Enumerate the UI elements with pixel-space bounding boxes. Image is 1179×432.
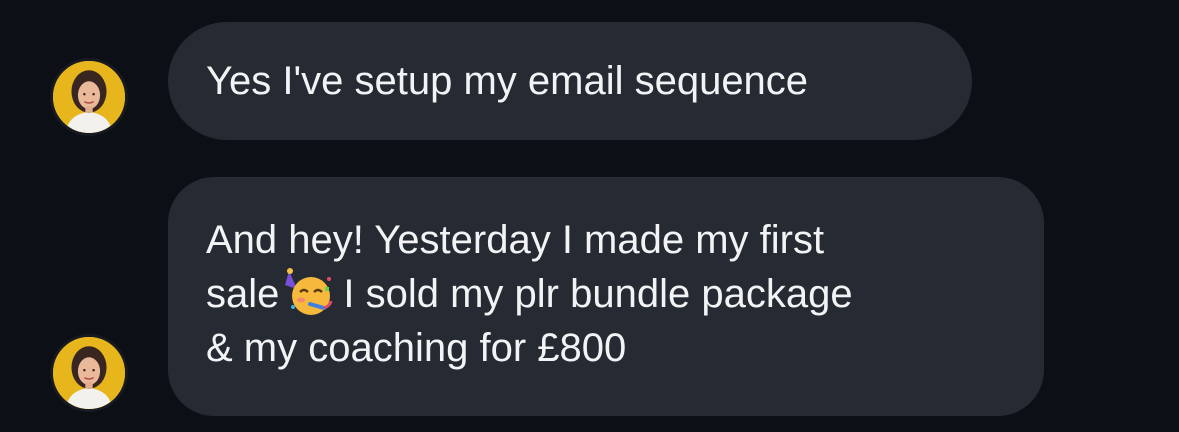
sender-avatar[interactable] [50, 58, 128, 136]
message-text-line: & my coaching for £800 [206, 326, 627, 370]
message-text-segment: sale [206, 272, 280, 316]
message-text: Yes I've setup my email sequence [206, 59, 809, 103]
message-text-segment: I sold my plr bundle package [343, 272, 853, 316]
message-text-line: And hey! Yesterday I made my first [206, 218, 825, 262]
message-bubble[interactable]: Yes I've setup my email sequence [168, 22, 972, 140]
woman-avatar-icon [53, 337, 125, 409]
sender-avatar[interactable] [50, 334, 128, 412]
message-text-line: sale I sold my plr bundle package [206, 267, 1006, 321]
woman-avatar-icon [53, 61, 125, 133]
partying-face-icon [283, 267, 335, 319]
chat-thread: Yes I've setup my email sequence And hey… [0, 0, 1179, 432]
message-bubble[interactable]: And hey! Yesterday I made my first sale … [168, 177, 1044, 416]
